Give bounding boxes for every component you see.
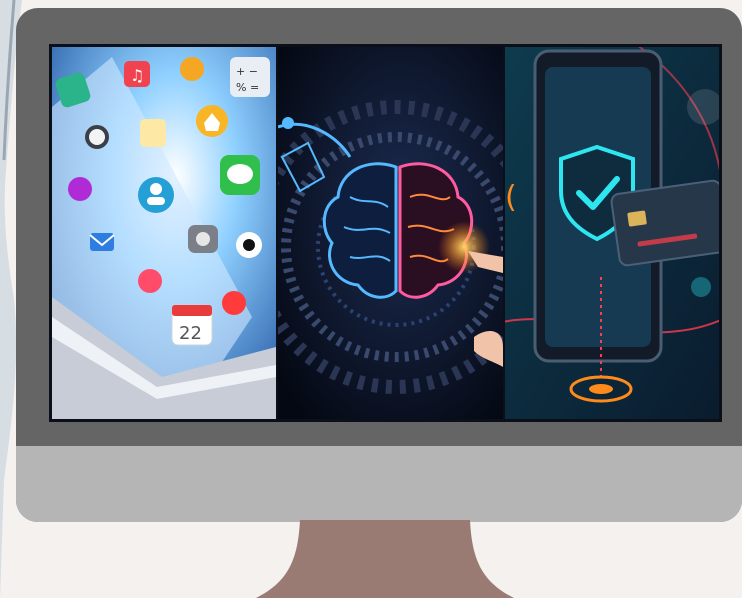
secure-payment-panel: (: [505, 47, 719, 419]
calendar-app-icon: 22: [171, 304, 213, 346]
monitor-chin: [16, 446, 742, 522]
notes-icon: [140, 119, 166, 147]
ai-brain-panel: [278, 47, 503, 419]
credit-card: [610, 179, 719, 267]
mobile-apps-illustration: ♫ + − % = 22: [52, 47, 276, 419]
app-icon: [68, 177, 92, 201]
app-icon: [180, 57, 204, 81]
secure-payment-illustration: (: [505, 47, 719, 419]
contactless-icon: (: [505, 180, 517, 215]
svg-text:♫: ♫: [130, 66, 144, 85]
ai-brain-illustration: [278, 47, 503, 419]
monitor-stand: [256, 520, 514, 598]
mobile-apps-panel: ♫ + − % = 22: [52, 47, 276, 419]
monitor-screen: ♫ + − % = 22 (: [49, 44, 722, 422]
desktop-monitor: ♫ + − % = 22 (: [16, 8, 742, 522]
svg-text:% =: % =: [236, 81, 259, 94]
calendar-day-text: 22: [179, 323, 202, 344]
search-app-icon: [138, 269, 162, 293]
mail-app-icon: [90, 233, 114, 251]
svg-text:+ −: + −: [236, 65, 258, 78]
record-app-icon: [222, 291, 246, 315]
